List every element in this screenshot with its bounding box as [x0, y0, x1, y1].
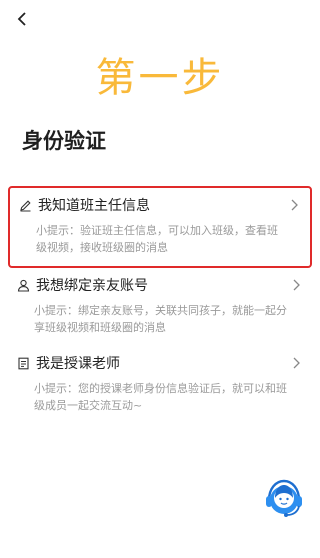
- chevron-right-icon: [288, 198, 300, 212]
- option-hint: 小提示：绑定亲友账号，关联共同孩子，就能一起分享班级视频和班级圈的消息: [34, 304, 287, 334]
- customer-service-icon: [266, 479, 302, 517]
- pencil-icon: [18, 198, 32, 212]
- option-label: 我知道班主任信息: [38, 198, 150, 214]
- chevron-left-icon: [17, 12, 26, 26]
- option-label: 我想绑定亲友账号: [36, 278, 148, 294]
- option-hint: 小提示：验证班主任信息，可以加入班级，查看班级视频，接收班级圈的消息: [36, 224, 278, 254]
- document-icon: [16, 356, 30, 370]
- page-heading: 身份验证: [22, 129, 106, 153]
- option-label: 我是授课老师: [36, 356, 120, 372]
- customer-service-button[interactable]: [262, 476, 306, 520]
- identity-verification-page: 第一步 身份验证 我知道班主任信息 小提示：验证班主任信息，可以加入班级，查看班…: [0, 0, 320, 558]
- option-know-head-teacher[interactable]: 我知道班主任信息 小提示：验证班主任信息，可以加入班级，查看班级视频，接收班级圈…: [8, 186, 312, 268]
- person-icon: [16, 278, 30, 292]
- chevron-right-icon: [290, 356, 302, 370]
- step-title: 第一步: [95, 55, 225, 101]
- option-i-am-teacher[interactable]: 我是授课老师 小提示：您的授课老师身份信息验证后，就可以和班级成员一起交流互动~: [8, 351, 312, 414]
- back-button[interactable]: [12, 9, 32, 29]
- option-hint: 小提示：您的授课老师身份信息验证后，就可以和班级成员一起交流互动~: [34, 382, 287, 412]
- chevron-right-icon: [290, 278, 302, 292]
- option-bind-relative-account[interactable]: 我想绑定亲友账号 小提示：绑定亲友账号，关联共同孩子，就能一起分享班级视频和班级…: [8, 273, 312, 336]
